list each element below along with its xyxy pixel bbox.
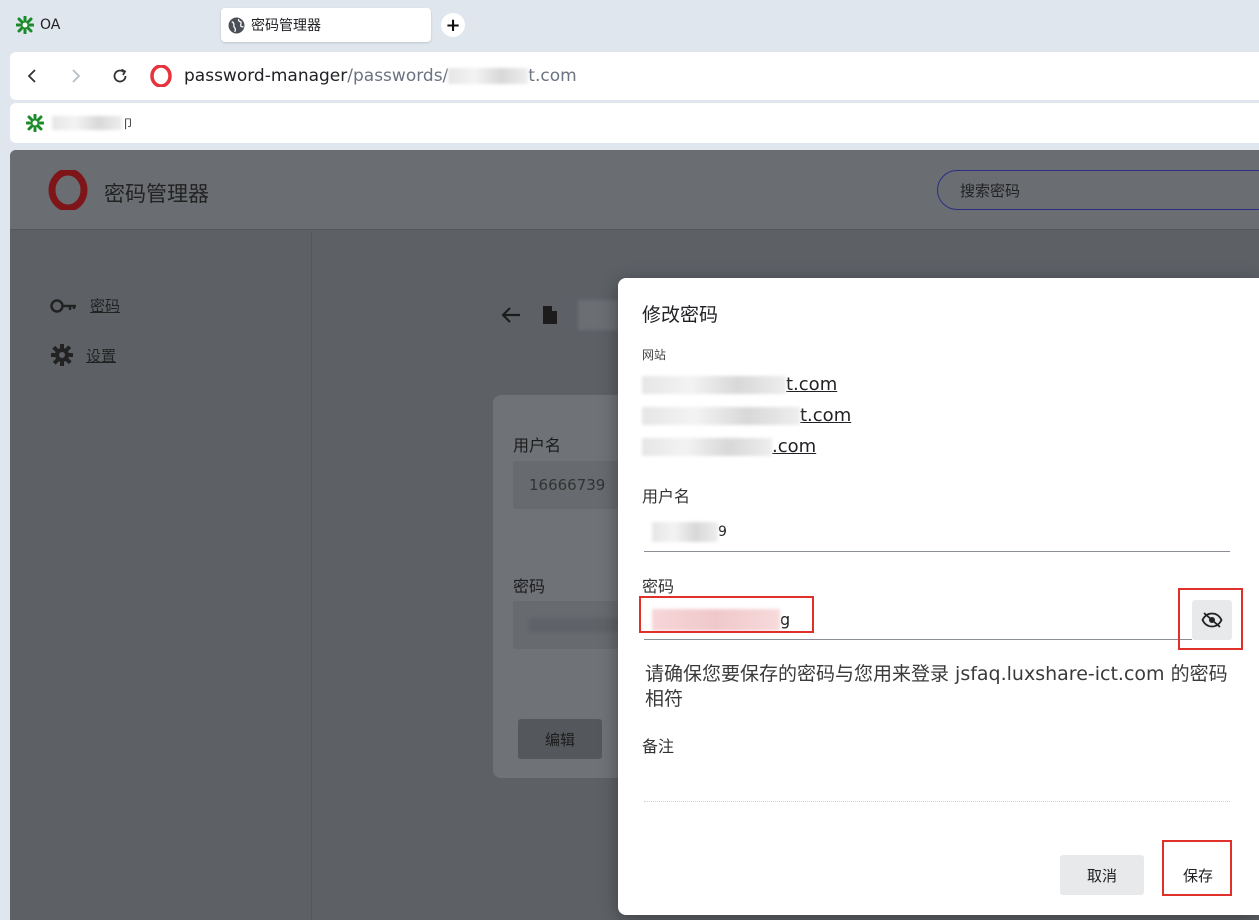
sidebar-item-label: 密码 — [90, 297, 121, 315]
redacted-text — [642, 437, 772, 456]
highlight-password-field — [639, 596, 814, 633]
cancel-button[interactable]: 取消 — [1060, 855, 1144, 895]
website-suffix: t.com — [786, 374, 838, 395]
sidebar-item-label: 设置 — [86, 346, 117, 365]
tab-password-manager[interactable]: 密码管理器 — [221, 8, 431, 42]
sidebar: 密码 设置 — [10, 231, 312, 920]
new-tab-button[interactable]: + — [441, 13, 465, 37]
file-icon — [543, 306, 557, 324]
back-arrow-icon[interactable] — [500, 305, 522, 325]
redacted-text — [529, 618, 619, 632]
password-match-warning: 请确保您要保存的密码与您用来登录 jsfaq.luxshare-ict.com … — [645, 663, 1228, 710]
search-input[interactable]: 搜索密码 — [937, 170, 1259, 210]
redacted-text — [652, 521, 718, 542]
url-host: password-manager — [184, 66, 348, 86]
sidebar-item-passwords[interactable]: 密码 — [50, 295, 120, 316]
chevron-left-icon — [27, 69, 36, 83]
redacted-text — [642, 406, 800, 425]
key-icon — [50, 298, 76, 313]
highlight-save-button — [1162, 840, 1232, 896]
website-link[interactable]: t.com — [642, 374, 837, 395]
globe-icon — [227, 16, 245, 34]
tab-oa[interactable]: OA — [16, 8, 60, 42]
chevron-right-icon — [72, 69, 81, 83]
password-label: 密码 — [513, 577, 546, 596]
oa-snowflake-icon — [16, 16, 34, 34]
redacted-text — [448, 68, 529, 84]
redacted-text — [578, 300, 618, 330]
password-label: 密码 — [642, 577, 675, 596]
reload-button[interactable] — [98, 52, 142, 100]
bookmark-label: 卩 — [122, 116, 135, 131]
username-label: 用户名 — [513, 436, 562, 455]
gear-icon — [51, 344, 73, 366]
websites-label: 网站 — [642, 348, 667, 362]
oa-snowflake-icon — [26, 114, 44, 132]
website-link[interactable]: .com — [642, 436, 816, 457]
edit-button[interactable]: 编辑 — [518, 719, 602, 759]
username-input[interactable]: 9 — [644, 512, 1230, 552]
tab-strip: OA 密码管理器 + — [0, 0, 1259, 50]
bookmark-item[interactable]: 卩 — [26, 114, 134, 132]
notes-label: 备注 — [642, 737, 675, 756]
website-suffix: t.com — [800, 405, 852, 426]
search-placeholder: 搜索密码 — [960, 181, 1021, 200]
tab-label: OA — [40, 17, 61, 33]
opera-logo-icon — [150, 65, 172, 87]
username-label: 用户名 — [642, 487, 691, 506]
website-link[interactable]: t.com — [642, 405, 851, 426]
reload-icon — [113, 68, 127, 83]
tab-label: 密码管理器 — [251, 18, 321, 34]
redacted-text — [52, 116, 122, 130]
url-suffix: t.com — [528, 66, 577, 86]
username-value: 9 — [718, 523, 727, 540]
highlight-eye-button — [1178, 588, 1243, 650]
website-suffix: .com — [772, 436, 817, 457]
forward-button[interactable] — [54, 52, 98, 100]
app-title: 密码管理器 — [104, 182, 209, 206]
plus-icon: + — [445, 14, 461, 36]
detail-toolbar — [500, 300, 618, 330]
app-header: 密码管理器 搜索密码 — [10, 150, 1259, 230]
opera-logo-icon — [48, 170, 88, 210]
bookmarks-bar: 卩 — [10, 103, 1259, 143]
redacted-text — [642, 375, 786, 394]
address-bar: password-manager /passwords/ t.com — [10, 52, 1259, 100]
url-field[interactable]: password-manager /passwords/ t.com — [150, 65, 577, 87]
notes-textarea[interactable] — [644, 758, 1230, 802]
url-path: /passwords/ — [347, 66, 449, 86]
dialog-title: 修改密码 — [642, 304, 719, 326]
sidebar-item-settings[interactable]: 设置 — [50, 343, 116, 367]
back-button[interactable] — [10, 52, 54, 100]
